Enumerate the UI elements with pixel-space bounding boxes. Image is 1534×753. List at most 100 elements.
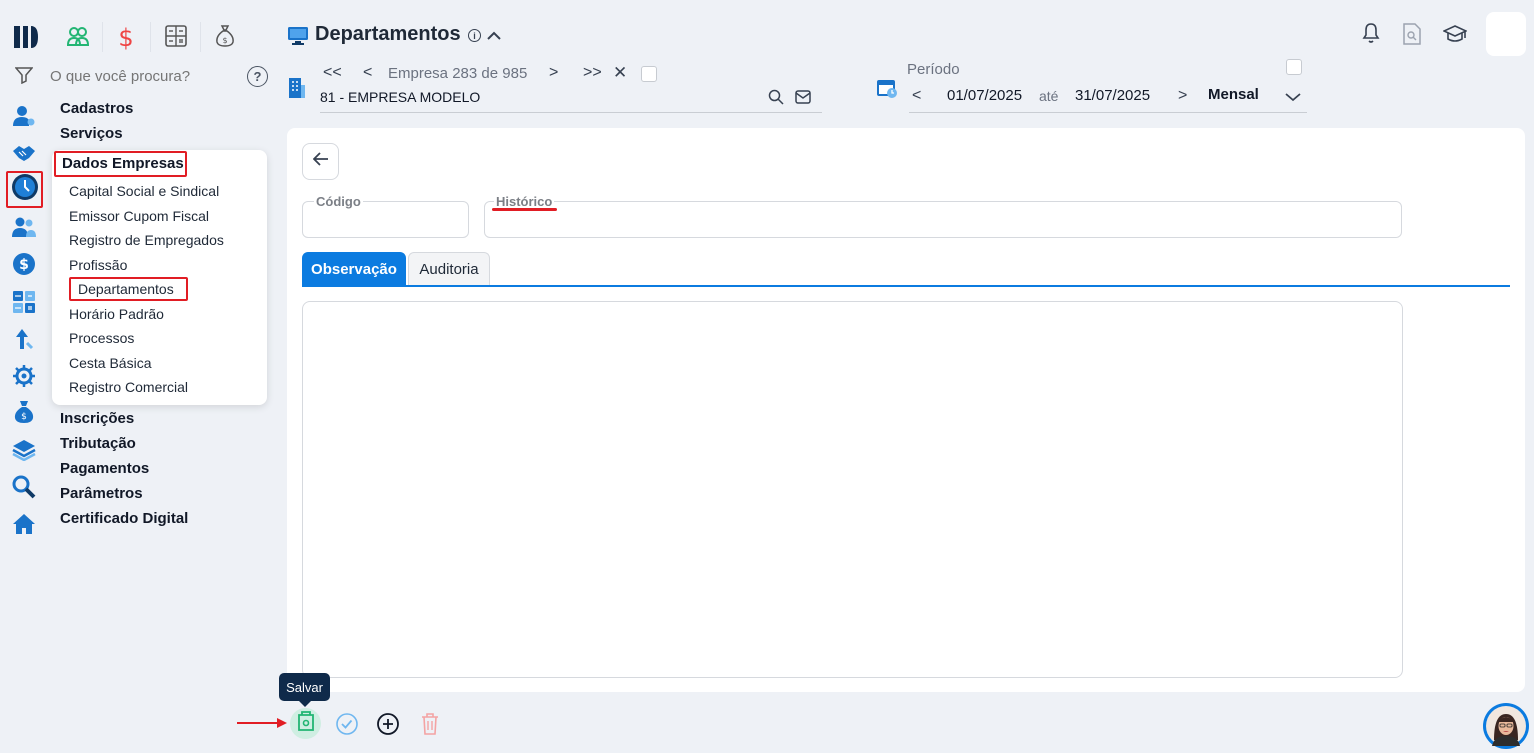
delete-button[interactable] — [420, 712, 440, 741]
tab-auditoria[interactable]: Auditoria — [408, 252, 490, 286]
arrow-pen-icon[interactable] — [12, 327, 36, 351]
calculator-icon — [165, 24, 187, 52]
calendar-icon — [876, 77, 898, 104]
menu-tributacao[interactable]: Tributação — [60, 435, 136, 452]
search-input[interactable] — [50, 64, 240, 88]
historico-field[interactable] — [484, 201, 1402, 238]
dollar-icon: $ — [118, 24, 134, 52]
handshake-icon[interactable] — [12, 141, 36, 165]
period-mode-select[interactable]: Mensal — [1208, 86, 1259, 103]
page-title: Departamentos — [315, 23, 461, 45]
layers-icon[interactable] — [12, 438, 36, 462]
gear-network-icon[interactable] — [12, 364, 36, 388]
observacao-textarea[interactable] — [302, 301, 1403, 678]
historico-label: Histórico — [494, 194, 555, 209]
submenu-horario-padrao[interactable]: Horário Padrão — [69, 306, 164, 322]
period-underline — [909, 112, 1307, 113]
check-circle-icon — [335, 713, 359, 740]
calculator-tab[interactable] — [158, 20, 194, 56]
next-company-button[interactable]: > — [549, 64, 558, 82]
app-logo[interactable] — [12, 24, 40, 50]
submenu-cesta-basica[interactable]: Cesta Básica — [69, 355, 151, 371]
coin-dollar-icon[interactable]: $ — [12, 252, 36, 276]
submenu-profissao[interactable]: Profissão — [69, 257, 127, 273]
chevron-up-icon[interactable] — [487, 28, 501, 46]
divider — [200, 22, 201, 52]
company-counter: Empresa 283 de 985 — [388, 65, 528, 82]
search-rail-icon[interactable] — [12, 475, 36, 499]
divider — [150, 22, 151, 52]
arrow-left-icon — [312, 152, 329, 171]
save-button[interactable] — [290, 708, 321, 739]
tab-underline — [302, 285, 1510, 287]
info-circle-icon[interactable]: i — [468, 29, 481, 42]
user-menu-box[interactable] — [1486, 12, 1526, 56]
svg-text:$: $ — [21, 412, 27, 422]
period-end[interactable]: 31/07/2025 — [1075, 87, 1150, 104]
period-until: até — [1039, 88, 1059, 104]
confirm-button[interactable] — [335, 712, 359, 741]
tooltip-pointer — [299, 701, 311, 707]
submenu-capital-social[interactable]: Capital Social e Sindical — [69, 183, 219, 199]
clock-rail-selected[interactable] — [6, 171, 43, 208]
calculator-rail-icon[interactable] — [12, 290, 36, 314]
user-settings-icon[interactable] — [12, 104, 36, 128]
close-icon[interactable]: ✕ — [613, 63, 627, 83]
historico-red-underline — [492, 208, 557, 211]
svg-text:$: $ — [19, 257, 29, 273]
people-icon — [66, 25, 90, 52]
save-tooltip: Salvar — [279, 673, 330, 701]
filter-icon[interactable] — [14, 66, 34, 89]
period-label: Período — [907, 61, 960, 78]
trash-icon — [420, 713, 440, 740]
period-start[interactable]: 01/07/2025 — [947, 87, 1022, 104]
tab-observacao[interactable]: Observação — [302, 252, 406, 286]
back-button[interactable] — [302, 143, 339, 180]
menu-servicos[interactable]: Serviços — [60, 125, 123, 142]
finance-tab[interactable]: $ — [108, 20, 144, 56]
prev-period-button[interactable]: < — [912, 87, 921, 105]
menu-pagamentos[interactable]: Pagamentos — [60, 460, 149, 477]
avatar[interactable] — [1483, 703, 1529, 749]
graduation-cap-icon[interactable] — [1442, 24, 1468, 49]
money-bag-tab[interactable]: $ — [207, 20, 243, 56]
company-name[interactable]: 81 - EMPRESA MODELO — [320, 89, 480, 105]
menu-cadastros[interactable]: Cadastros — [60, 100, 133, 117]
company-checkbox[interactable] — [641, 66, 657, 82]
help-icon[interactable]: ? — [247, 66, 268, 87]
clock-icon — [11, 173, 39, 206]
menu-inscricoes[interactable]: Inscrições — [60, 410, 134, 427]
clients-tab[interactable] — [60, 20, 96, 56]
menu-certificado-digital[interactable]: Certificado Digital — [60, 510, 188, 527]
money-bag-icon: $ — [215, 24, 235, 53]
first-company-button[interactable]: << — [323, 64, 342, 82]
highlight-departamentos — [69, 277, 188, 301]
document-search-icon[interactable] — [1403, 23, 1421, 50]
codigo-label: Código — [314, 194, 363, 209]
mail-icon[interactable] — [795, 90, 811, 109]
next-period-button[interactable]: > — [1178, 87, 1187, 105]
company-underline — [320, 112, 822, 113]
money-bag-rail-icon[interactable]: $ — [12, 400, 36, 424]
plus-circle-icon — [376, 713, 400, 740]
monitor-icon — [287, 26, 309, 51]
menu-parametros[interactable]: Parâmetros — [60, 485, 143, 502]
divider — [102, 22, 103, 52]
period-checkbox[interactable] — [1286, 59, 1302, 75]
submenu-registro-empregados[interactable]: Registro de Empregados — [69, 232, 224, 248]
bell-icon[interactable] — [1361, 22, 1381, 49]
chevron-down-icon[interactable] — [1285, 89, 1301, 107]
submenu-registro-comercial[interactable]: Registro Comercial — [69, 379, 188, 395]
last-company-button[interactable]: >> — [583, 64, 602, 82]
search-icon[interactable] — [768, 89, 784, 110]
save-icon — [296, 710, 316, 737]
svg-text:$: $ — [222, 36, 227, 45]
team-icon[interactable] — [12, 215, 36, 239]
submenu-processos[interactable]: Processos — [69, 330, 134, 346]
add-button[interactable] — [376, 712, 400, 741]
building-icon — [288, 77, 306, 104]
red-arrow-annotation — [237, 716, 289, 735]
prev-company-button[interactable]: < — [363, 64, 372, 82]
home-icon[interactable] — [12, 512, 36, 536]
submenu-emissor-cupom[interactable]: Emissor Cupom Fiscal — [69, 208, 209, 224]
